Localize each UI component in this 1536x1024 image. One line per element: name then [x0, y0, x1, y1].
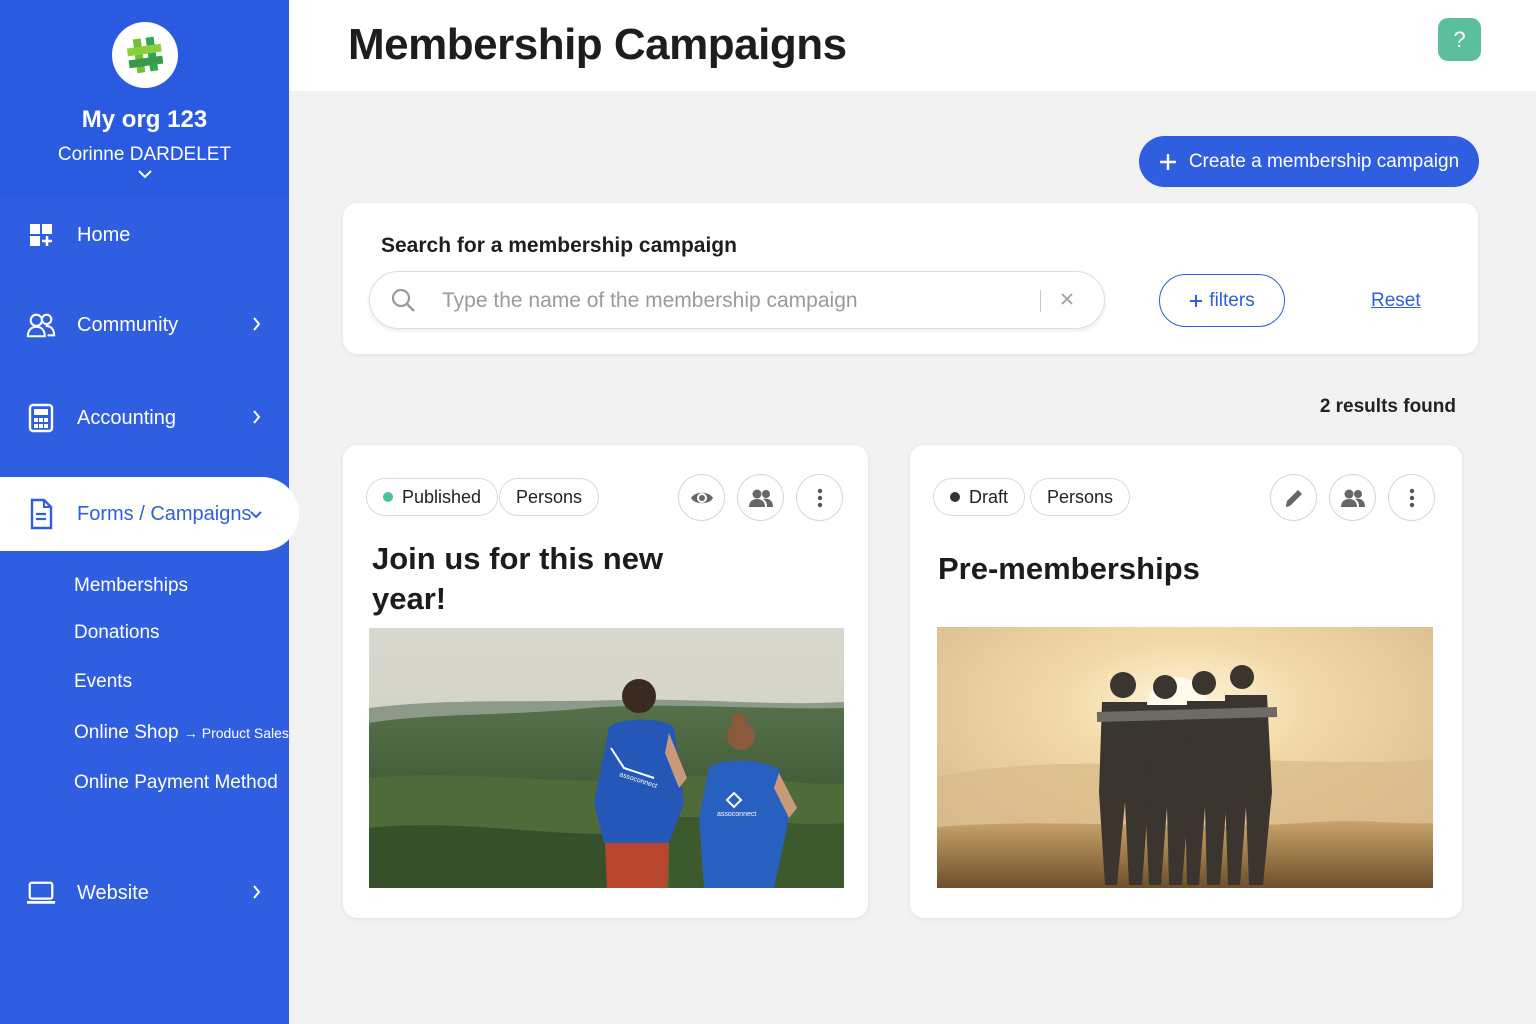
more-vertical-icon	[1409, 488, 1414, 507]
eye-icon	[690, 492, 713, 503]
campaign-title[interactable]: Pre-memberships	[938, 549, 1200, 589]
sidebar-item-label: Accounting	[77, 406, 176, 429]
campaign-image: assoconnect assoconnect	[369, 628, 844, 888]
group-icon	[748, 489, 773, 507]
pencil-icon	[1285, 489, 1302, 507]
sidebar-item-label: Home	[77, 223, 131, 246]
chevron-down-icon	[249, 503, 263, 526]
campaign-title-line: Pre-memberships	[938, 551, 1200, 586]
org-logo	[111, 22, 178, 88]
sidebar-subitem-label: Online Shop	[74, 722, 179, 743]
user-name: Corinne DARDELET	[57, 144, 232, 165]
group-icon	[1340, 489, 1365, 507]
plus-icon	[1159, 153, 1176, 170]
users-icon	[26, 310, 56, 340]
audience-badge: Persons	[499, 478, 600, 516]
create-campaign-button[interactable]: Create a membership campaign	[1139, 136, 1479, 187]
campaign-image	[937, 627, 1433, 888]
sidebar-item-label: Community	[77, 313, 179, 336]
org-header[interactable]: My org 123 Corinne DARDELET	[0, 0, 289, 196]
help-icon: ?	[1453, 26, 1466, 52]
sidebar-subitem-payment-method[interactable]: Online Payment Method	[74, 772, 278, 794]
sidebar-subitem-events[interactable]: Events	[74, 671, 132, 693]
header: Membership Campaigns ?	[289, 0, 1536, 91]
laptop-icon	[26, 878, 56, 908]
results-count: 2 results found	[1319, 396, 1456, 417]
dashboard-icon	[26, 220, 56, 250]
sidebar-subitem-donations[interactable]: Donations	[74, 622, 160, 644]
audience-label: Persons	[1047, 486, 1114, 507]
preview-button[interactable]	[678, 474, 725, 521]
more-vertical-icon	[817, 488, 822, 507]
search-title: Search for a membership campaign	[381, 234, 737, 257]
status-dot	[383, 492, 393, 502]
calculator-icon	[26, 403, 56, 433]
more-options-button[interactable]	[796, 474, 843, 521]
search-input[interactable]	[442, 286, 1022, 316]
audience-badge: Persons	[1030, 478, 1131, 516]
search-box[interactable]	[369, 271, 1105, 329]
campaign-card[interactable]: Published Persons Join us for this new y…	[343, 445, 868, 918]
more-options-button[interactable]	[1388, 474, 1435, 521]
sidebar-item-home[interactable]: Home	[0, 205, 289, 265]
campaign-title[interactable]: Join us for this new year!	[372, 539, 663, 619]
org-name: My org 123	[81, 106, 208, 133]
chevron-right-icon	[252, 314, 261, 337]
sidebar-item-community[interactable]: Community	[0, 295, 289, 355]
sidebar-subitem-hint: → Product Sales	[183, 725, 289, 741]
filters-button[interactable]: filters	[1159, 274, 1285, 327]
status-label: Published	[402, 486, 482, 507]
page-title: Membership Campaigns	[348, 20, 847, 69]
status-badge: Published	[366, 478, 499, 516]
status-dot	[950, 492, 960, 502]
sidebar: My org 123 Corinne DARDELET Home Communi…	[0, 0, 299, 1024]
sidebar-item-accounting[interactable]: Accounting	[0, 388, 289, 448]
campaign-title-line: year!	[372, 581, 447, 616]
status-badge: Draft	[933, 478, 1026, 516]
search-panel: Search for a membership campaign filters…	[343, 203, 1478, 354]
campaign-title-line: Join us for this new	[372, 541, 664, 576]
search-divider	[1040, 290, 1041, 312]
reset-link[interactable]: Reset	[1371, 290, 1421, 312]
sidebar-subitem-memberships[interactable]: Memberships	[74, 575, 188, 597]
members-button[interactable]	[1329, 474, 1376, 521]
sidebar-item-website[interactable]: Website	[0, 863, 289, 923]
sidebar-subitem-online-shop[interactable]: Online Shop → Product Sales	[74, 722, 289, 744]
chevron-right-icon	[252, 882, 261, 905]
sidebar-item-forms-campaigns[interactable]: Forms / Campaigns	[0, 477, 299, 551]
user-switcher[interactable]: Corinne DARDELET	[58, 144, 231, 166]
campaign-card[interactable]: Draft Persons Pre-memberships	[910, 445, 1462, 918]
edit-button[interactable]	[1270, 474, 1317, 521]
members-button[interactable]	[737, 474, 784, 521]
clear-icon[interactable]	[1060, 286, 1074, 312]
shirt-text: assoconnect	[717, 811, 756, 818]
document-icon	[26, 498, 56, 530]
plus-icon	[1190, 294, 1203, 307]
chevron-right-icon	[252, 407, 261, 430]
sidebar-item-label: Website	[77, 881, 149, 904]
filters-label: filters	[1209, 289, 1255, 311]
status-label: Draft	[969, 486, 1009, 507]
audience-label: Persons	[516, 486, 583, 507]
create-campaign-label: Create a membership campaign	[1188, 150, 1460, 172]
help-button[interactable]: ?	[1438, 18, 1481, 61]
search-icon	[390, 287, 416, 318]
chevron-down-icon[interactable]	[137, 166, 152, 184]
sidebar-item-label: Forms / Campaigns	[77, 502, 252, 525]
